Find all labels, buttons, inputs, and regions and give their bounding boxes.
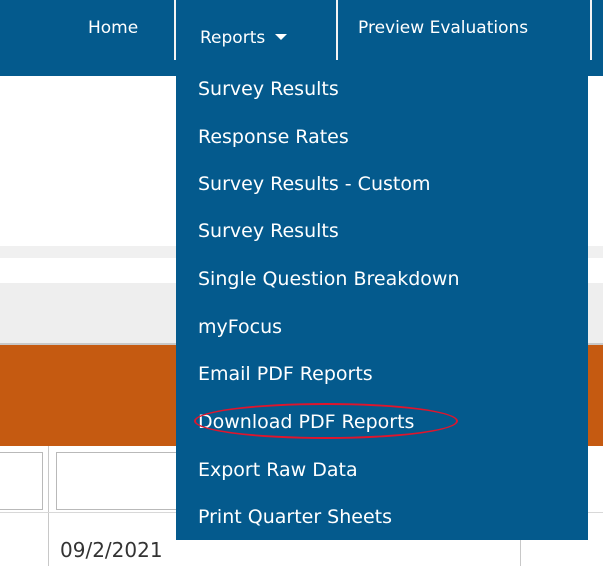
nav-reports[interactable]: Reports bbox=[200, 28, 288, 48]
menu-item-single-question-breakdown[interactable]: Single Question Breakdown bbox=[198, 268, 460, 290]
menu-item-email-pdf-reports[interactable]: Email PDF Reports bbox=[198, 363, 373, 385]
filter-input-cell[interactable] bbox=[0, 452, 43, 510]
nav-separator bbox=[174, 0, 176, 60]
nav-separator bbox=[590, 0, 592, 60]
menu-item-response-rates[interactable]: Response Rates bbox=[198, 126, 349, 148]
menu-item-myfocus[interactable]: myFocus bbox=[198, 316, 282, 338]
nav-separator bbox=[336, 0, 338, 60]
nav-home[interactable]: Home bbox=[88, 18, 138, 38]
menu-item-print-quarter-sheets[interactable]: Print Quarter Sheets bbox=[198, 506, 392, 528]
column-divider bbox=[48, 446, 49, 566]
chevron-down-icon bbox=[275, 34, 288, 40]
nav-preview-evaluations[interactable]: Preview Evaluations bbox=[358, 18, 528, 38]
nav-reports-label: Reports bbox=[200, 28, 266, 48]
menu-item-download-pdf-reports[interactable]: Download PDF Reports bbox=[198, 411, 414, 433]
menu-item-survey-results[interactable]: Survey Results bbox=[198, 78, 339, 100]
table-cell-date: 09/2/2021 bbox=[60, 538, 163, 562]
menu-item-export-raw-data[interactable]: Export Raw Data bbox=[198, 459, 358, 481]
menu-item-survey-results-custom[interactable]: Survey Results - Custom bbox=[198, 173, 430, 195]
menu-item-survey-results-2[interactable]: Survey Results bbox=[198, 220, 339, 242]
reports-dropdown-menu: Survey Results Response Rates Survey Res… bbox=[176, 60, 588, 540]
